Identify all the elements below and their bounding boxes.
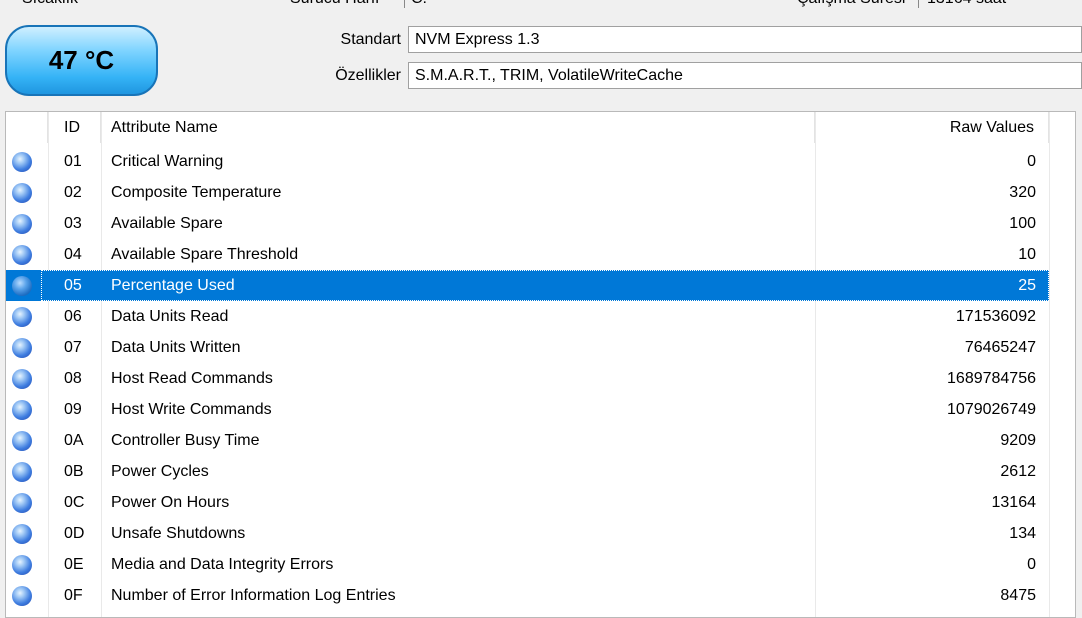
attribute-id: 07 (64, 339, 82, 356)
attribute-id: 0E (64, 556, 84, 573)
attribute-raw-value: 13164 (991, 494, 1037, 511)
status-dot-icon (12, 276, 32, 296)
standard-value: NVM Express 1.3 (408, 26, 1082, 53)
attribute-name: Host Write Commands (111, 401, 272, 418)
attribute-raw-value: 25 (1018, 277, 1036, 294)
table-row[interactable]: 0D Unsafe Shutdowns 134 (6, 518, 1049, 549)
attribute-raw-value: 171536092 (955, 308, 1036, 325)
table-row[interactable]: 01 Critical Warning 0 (6, 146, 1049, 177)
attribute-raw-value: 9209 (1000, 432, 1036, 449)
features-label: Özellikler (335, 67, 401, 84)
table-row[interactable]: 03 Available Spare 100 (6, 208, 1049, 239)
attribute-raw-value: 1079026749 (947, 401, 1036, 418)
attribute-name: Unsafe Shutdowns (111, 525, 246, 542)
status-dot-icon (12, 307, 32, 327)
table-row[interactable]: 0E Media and Data Integrity Errors 0 (6, 549, 1049, 580)
attribute-id: 0D (64, 525, 85, 542)
drive-letter-label: Sürücü Harfi (290, 0, 379, 8)
status-dot-icon (12, 555, 32, 575)
attribute-id: 0C (64, 494, 85, 511)
status-dot-icon (12, 524, 32, 544)
drive-letter-value: C: (404, 0, 698, 8)
table-row[interactable]: 05 Percentage Used 25 (6, 270, 1049, 301)
table-row[interactable]: 09 Host Write Commands 1079026749 (6, 394, 1049, 425)
table-row[interactable]: 04 Available Spare Threshold 10 (6, 239, 1049, 270)
header-id[interactable]: ID (48, 112, 101, 143)
attribute-name: Power On Hours (111, 494, 230, 511)
status-dot-icon (12, 493, 32, 513)
attribute-raw-value: 134 (1009, 525, 1036, 542)
attribute-id: 09 (64, 401, 82, 418)
attribute-raw-value: 2612 (1000, 463, 1036, 480)
attribute-id: 08 (64, 370, 82, 387)
attribute-id: 0F (64, 587, 83, 604)
attribute-name: Critical Warning (111, 153, 224, 170)
temperature-label: Sıcaklık (22, 0, 78, 8)
attribute-id: 0B (64, 463, 84, 480)
smart-attributes-table[interactable]: ID Attribute Name Raw Values 01 Critical … (5, 111, 1076, 618)
power-on-hours-label: Çalışma Süresi (797, 0, 905, 8)
table-row[interactable]: 07 Data Units Written 76465247 (6, 332, 1049, 363)
features-row: Özellikler S.M.A.R.T., TRIM, VolatileWri… (0, 62, 1082, 91)
attribute-name: Number of Error Information Log Entries (111, 587, 396, 604)
table-header: ID Attribute Name Raw Values (6, 112, 1049, 143)
attribute-raw-value: 8475 (1000, 587, 1036, 604)
status-dot-icon (12, 214, 32, 234)
status-dot-icon (12, 462, 32, 482)
table-row[interactable]: 08 Host Read Commands 1689784756 (6, 363, 1049, 394)
attribute-id: 04 (64, 246, 82, 263)
status-dot-icon (12, 400, 32, 420)
table-row[interactable]: 0A Controller Busy Time 9209 (6, 425, 1049, 456)
attribute-id: 02 (64, 184, 82, 201)
status-dot-icon (12, 152, 32, 172)
attribute-raw-value: 76465247 (964, 339, 1036, 356)
table-row[interactable]: 0B Power Cycles 2612 (6, 456, 1049, 487)
attribute-name: Host Read Commands (111, 370, 273, 387)
attribute-name: Data Units Written (111, 339, 241, 356)
attribute-id: 01 (64, 153, 82, 170)
table-body: 01 Critical Warning 0 02 Composite Temperatu… (6, 146, 1049, 611)
attribute-name: Power Cycles (111, 463, 209, 480)
attribute-raw-value: 0 (1027, 153, 1036, 170)
attribute-id: 06 (64, 308, 82, 325)
attribute-name: Controller Busy Time (111, 432, 260, 449)
attribute-raw-value: 1689784756 (947, 370, 1036, 387)
status-dot-icon (12, 245, 32, 265)
table-row[interactable]: 0F Number of Error Information Log Entrie… (6, 580, 1049, 611)
attribute-name: Media and Data Integrity Errors (111, 556, 334, 573)
attribute-raw-value: 320 (1009, 184, 1036, 201)
attribute-id: 05 (64, 277, 82, 294)
attribute-name: Available Spare Threshold (111, 246, 299, 263)
attribute-id: 0A (64, 432, 84, 449)
power-on-hours-value: 13164 saat (918, 0, 1082, 8)
table-row[interactable]: 06 Data Units Read 171536092 (6, 301, 1049, 332)
header-status-column[interactable] (6, 112, 48, 143)
standard-row: Standart NVM Express 1.3 (0, 26, 1082, 55)
attribute-name: Available Spare (111, 215, 223, 232)
attribute-raw-value: 0 (1027, 556, 1036, 573)
top-info-row: Sıcaklık Sürücü Harfi C: Çalışma Süresi … (0, 0, 1082, 8)
status-dot-icon (12, 183, 32, 203)
attribute-raw-value: 100 (1009, 215, 1036, 232)
status-dot-icon (12, 586, 32, 606)
header-raw-values[interactable]: Raw Values (815, 112, 1049, 143)
features-value: S.M.A.R.T., TRIM, VolatileWriteCache (408, 62, 1082, 89)
attribute-name: Data Units Read (111, 308, 229, 325)
table-row[interactable]: 0C Power On Hours 13164 (6, 487, 1049, 518)
status-dot-icon (12, 431, 32, 451)
standard-label: Standart (340, 31, 401, 48)
table-row[interactable]: 02 Composite Temperature 320 (6, 177, 1049, 208)
attribute-name: Percentage Used (111, 277, 235, 294)
header-attribute-name[interactable]: Attribute Name (101, 112, 815, 143)
attribute-name: Composite Temperature (111, 184, 282, 201)
status-dot-icon (12, 338, 32, 358)
attribute-id: 03 (64, 215, 82, 232)
status-dot-icon (12, 369, 32, 389)
attribute-raw-value: 10 (1018, 246, 1036, 263)
